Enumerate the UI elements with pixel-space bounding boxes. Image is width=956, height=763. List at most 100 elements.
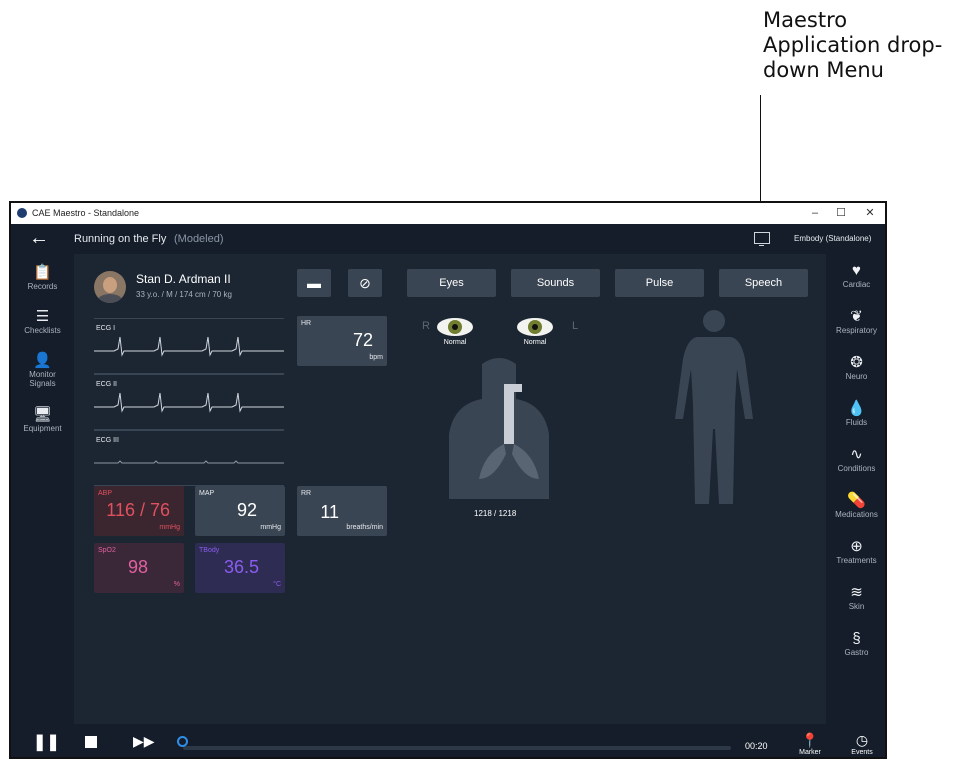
pill-icon: 💊 bbox=[847, 492, 866, 509]
sidebar-item-checklists[interactable]: ☰ Checklists bbox=[11, 308, 74, 335]
sidebar-item-label: Skin bbox=[848, 602, 865, 611]
events-button[interactable]: ◷ Events bbox=[845, 732, 879, 756]
airway-value: 1218 / 1218 bbox=[474, 509, 517, 518]
sidebar-item-conditions[interactable]: ∿ Conditions bbox=[826, 446, 885, 473]
tab-sounds[interactable]: Sounds bbox=[511, 269, 600, 297]
vital-unit: % bbox=[173, 581, 180, 588]
vital-label: SpO2 bbox=[98, 547, 116, 554]
marker-label: Marker bbox=[799, 749, 821, 756]
vital-unit: °C bbox=[273, 581, 281, 588]
sidebar-item-cardiac[interactable]: ♥ Cardiac bbox=[826, 262, 885, 289]
sidebar-item-gastro[interactable]: § Gastro bbox=[826, 630, 885, 657]
sidebar-item-monitor-signals[interactable]: 👤 Monitor Signals bbox=[11, 352, 74, 388]
left-sidebar: 📋 Records ☰ Checklists 👤 Monitor Signals… bbox=[11, 254, 74, 724]
body-figure[interactable] bbox=[669, 309, 759, 509]
sidebar-item-label: Monitor Signals bbox=[29, 370, 56, 388]
vital-label: RR bbox=[301, 490, 312, 497]
sidebar-item-label: Respiratory bbox=[836, 326, 877, 335]
sidebar-item-label: Cardiac bbox=[842, 280, 871, 289]
minimize-button[interactable]: – bbox=[802, 204, 828, 222]
vital-map-tile[interactable]: MAP 92 mmHg bbox=[195, 486, 285, 536]
left-eye[interactable] bbox=[517, 318, 553, 336]
layout-button[interactable]: ▬ bbox=[297, 269, 331, 297]
ecg-strip: ECG III bbox=[94, 430, 284, 486]
patient-details: 33 y.o. / M / 174 cm / 70 kg bbox=[136, 290, 232, 299]
app-window: CAE Maestro - Standalone – ☐ ✕ ← Running… bbox=[9, 201, 887, 759]
right-sidebar: ♥ Cardiac ❦ Respiratory ❂ Neuro 💧 Fluids… bbox=[826, 254, 885, 724]
sidebar-item-neuro[interactable]: ❂ Neuro bbox=[826, 354, 885, 381]
sidebar-item-equipment[interactable]: 🖥 Equipment bbox=[11, 406, 74, 433]
timeline-track[interactable] bbox=[183, 746, 731, 750]
equipment-icon: 🖥 bbox=[32, 406, 53, 423]
sidebar-item-respiratory[interactable]: ❦ Respiratory bbox=[826, 308, 885, 335]
playback-bar: ❚❚ ▶▶ 00:20 📍 Marker ◷ Events bbox=[11, 724, 885, 757]
checklist-icon: ☰ bbox=[35, 308, 50, 325]
sidebar-item-fluids[interactable]: 💧 Fluids bbox=[826, 400, 885, 427]
sidebar-item-label: Medications bbox=[835, 510, 878, 519]
vital-label: MAP bbox=[199, 490, 215, 497]
airway-figure[interactable] bbox=[444, 354, 554, 504]
tab-eyes[interactable]: Eyes bbox=[407, 269, 496, 297]
pupil bbox=[452, 324, 458, 330]
vital-unit: mmHg bbox=[260, 524, 281, 531]
back-arrow-icon[interactable]: ← bbox=[29, 227, 49, 250]
annotation-callout: Maestro Application drop- down Menu bbox=[763, 8, 953, 83]
timeline-thumb[interactable] bbox=[177, 736, 188, 747]
vital-rr-tile[interactable]: RR 11 breaths/min bbox=[297, 486, 387, 536]
sidebar-item-records[interactable]: 📋 Records bbox=[11, 264, 74, 291]
right-eye[interactable] bbox=[437, 318, 473, 336]
pause-icon: ❚❚ bbox=[33, 734, 60, 751]
annotation-line-3: down Menu bbox=[763, 58, 884, 82]
sidebar-item-treatments[interactable]: ⊕ Treatments bbox=[826, 538, 885, 565]
elapsed-time: 00:20 bbox=[745, 741, 768, 751]
vital-label: TBody bbox=[199, 547, 220, 554]
vital-label: HR bbox=[301, 320, 312, 327]
close-button[interactable]: ✕ bbox=[857, 204, 883, 222]
vital-spo2-tile[interactable]: SpO2 98 % bbox=[94, 543, 184, 593]
stop-button[interactable] bbox=[85, 736, 97, 748]
medkit-icon: ⊕ bbox=[850, 538, 863, 555]
stomach-icon: § bbox=[852, 630, 861, 647]
sidebar-item-label: Fluids bbox=[845, 418, 868, 427]
fast-forward-icon: ▶▶ bbox=[133, 733, 155, 749]
maximize-button[interactable]: ☐ bbox=[828, 204, 854, 222]
left-eye-state: Normal bbox=[523, 339, 547, 346]
vital-tbody-tile[interactable]: TBody 36.5 °C bbox=[195, 543, 285, 593]
mute-button[interactable]: ⊘ bbox=[348, 269, 382, 297]
monitor-icon[interactable] bbox=[754, 232, 770, 246]
mute-icon: ⊘ bbox=[359, 275, 371, 291]
eye-right-side-label: R bbox=[422, 320, 430, 332]
patient-name: Stan D. Ardman II bbox=[136, 272, 231, 286]
sidebar-item-label: Records bbox=[27, 282, 58, 291]
scenario-mode: (Modeled) bbox=[174, 233, 224, 245]
application-dropdown-menu[interactable]: Embody (Standalone) bbox=[794, 234, 871, 243]
lungs-icon: ❦ bbox=[850, 308, 863, 325]
app-logo-icon bbox=[17, 208, 27, 218]
marker-button[interactable]: 📍 Marker bbox=[793, 732, 827, 756]
vital-value: 92 bbox=[236, 500, 257, 520]
pause-button[interactable]: ❚❚ bbox=[33, 732, 60, 752]
sidebar-item-label: Conditions bbox=[837, 464, 876, 473]
fast-forward-button[interactable]: ▶▶ bbox=[133, 733, 155, 750]
vital-hr-tile[interactable]: HR 72 bpm bbox=[297, 316, 387, 366]
sidebar-item-label: Neuro bbox=[845, 372, 868, 381]
sidebar-item-skin[interactable]: ≋ Skin bbox=[826, 584, 885, 611]
tab-pulse[interactable]: Pulse bbox=[615, 269, 704, 297]
ecg-waveform bbox=[94, 460, 284, 464]
tab-speech[interactable]: Speech bbox=[719, 269, 808, 297]
clipboard-icon: 📋 bbox=[33, 264, 52, 281]
monitor-signals-icon: 👤 bbox=[33, 352, 52, 369]
sidebar-item-medications[interactable]: 💊 Medications bbox=[826, 492, 885, 519]
scenario-title: Running on the Fly bbox=[74, 233, 167, 245]
layout-icon: ▬ bbox=[307, 275, 321, 291]
vital-value: 72 bbox=[352, 330, 373, 350]
avatar bbox=[94, 271, 126, 303]
vital-abp-tile[interactable]: ABP 116 / 76 mmHg bbox=[94, 486, 184, 536]
right-eye-state: Normal bbox=[443, 339, 467, 346]
app-header: ← Running on the Fly (Modeled) Embody (S… bbox=[11, 224, 885, 254]
annotation-line-2: Application drop- bbox=[763, 33, 943, 57]
title-bar: CAE Maestro - Standalone – ☐ ✕ bbox=[11, 203, 885, 224]
vital-unit: mmHg bbox=[159, 524, 180, 531]
sidebar-item-label: Gastro bbox=[844, 648, 869, 657]
eye-left-side-label: L bbox=[572, 320, 579, 332]
